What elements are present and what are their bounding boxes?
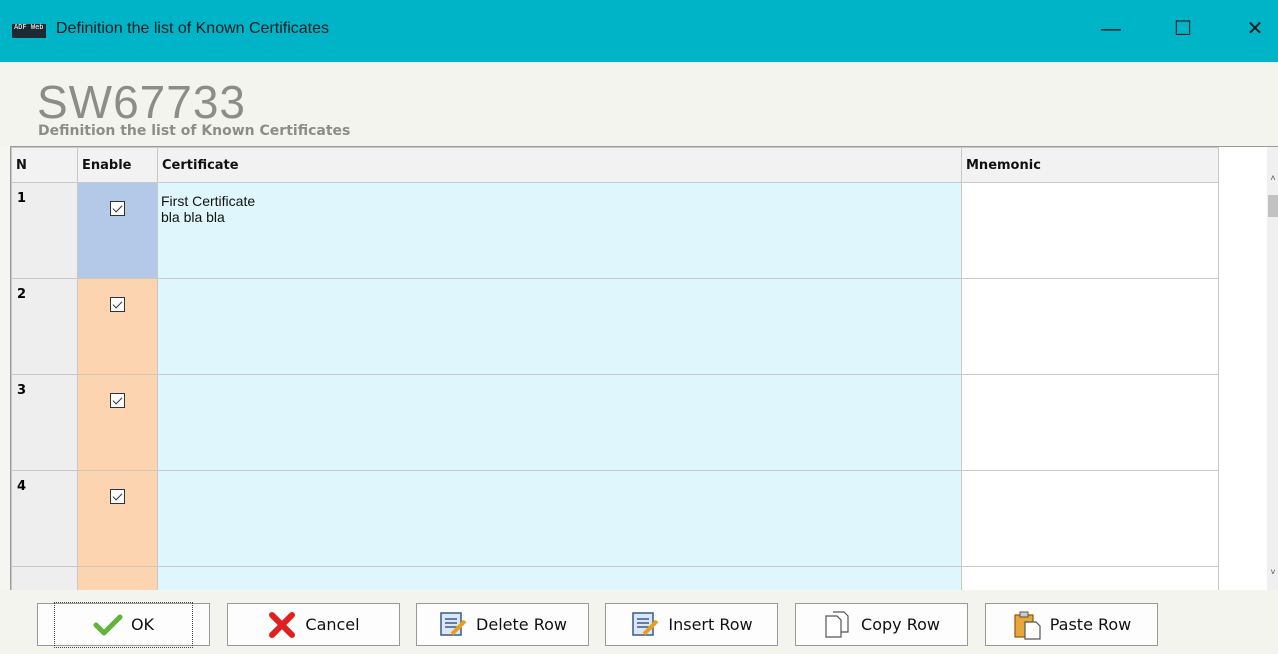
enable-cell[interactable] [77, 374, 158, 471]
scroll-down-icon[interactable]: ˅ [1267, 567, 1278, 577]
row-number[interactable]: 4 [11, 470, 78, 567]
enable-cell[interactable] [77, 470, 158, 567]
column-header-enable[interactable]: Enable [77, 147, 158, 183]
row-number[interactable]: 3 [11, 374, 78, 471]
mnemonic-cell[interactable] [961, 374, 1219, 471]
certificate-cell[interactable] [157, 470, 962, 567]
red-x-icon [269, 611, 296, 638]
certificate-cell[interactable]: First Certificate bla bla bla [157, 182, 962, 279]
maximize-button[interactable]: ☐ [1160, 10, 1206, 48]
column-header-mnemonic[interactable]: Mnemonic [961, 147, 1219, 183]
column-header-certificate[interactable]: Certificate [157, 147, 962, 183]
paste-row-label: Paste Row [1049, 615, 1132, 634]
copy-icon [825, 610, 849, 638]
paste-row-button[interactable]: Paste Row [985, 603, 1158, 646]
delete-row-label: Delete Row [476, 615, 567, 634]
row-number[interactable]: 2 [11, 278, 78, 375]
enable-checkbox[interactable] [110, 489, 125, 504]
certificate-line-1: First Certificate [161, 193, 256, 209]
page-header: SW67733 Definition the list of Known Cer… [0, 62, 1278, 146]
paste-icon [1014, 611, 1041, 640]
app-icon: ADF Web [12, 24, 46, 38]
window-title: Definition the list of Known Certificate… [56, 20, 330, 37]
ok-button[interactable]: OK [37, 601, 210, 648]
row-number[interactable] [11, 566, 78, 590]
table-row [11, 566, 1219, 590]
certificates-table: N Enable Certificate Mnemonic 1 First Ce… [11, 147, 1219, 590]
button-bar: OK Cancel Delete Row Insert Row Copy Row… [0, 590, 1278, 654]
copy-row-button[interactable]: Copy Row [795, 603, 968, 646]
mnemonic-cell[interactable] [961, 182, 1219, 279]
insert-row-button[interactable]: Insert Row [605, 603, 778, 646]
window-titlebar: ADF Web Definition the list of Known Cer… [0, 0, 1278, 62]
certificate-cell[interactable] [157, 566, 962, 590]
mnemonic-cell[interactable] [961, 470, 1219, 567]
header-row: N Enable Certificate Mnemonic [11, 147, 1219, 183]
delete-row-button[interactable]: Delete Row [416, 603, 589, 646]
checkmark-icon [93, 614, 123, 635]
page-title: SW67733 [37, 76, 247, 128]
certificates-grid: N Enable Certificate Mnemonic 1 First Ce… [10, 146, 1278, 590]
mnemonic-cell[interactable] [961, 566, 1219, 590]
certificate-cell[interactable] [157, 374, 962, 471]
table-row: 1 First Certificate bla bla bla [11, 182, 1219, 279]
scroll-up-icon[interactable]: ˄ [1267, 173, 1278, 183]
delete-row-icon [440, 611, 467, 636]
certificate-cell[interactable] [157, 278, 962, 375]
table-row: 4 [11, 470, 1219, 567]
minimize-button[interactable]: — [1088, 10, 1134, 48]
table-row: 2 [11, 278, 1219, 375]
enable-checkbox[interactable] [110, 297, 125, 312]
column-header-n[interactable]: N [11, 147, 78, 183]
certificate-line-2: bla bla bla [161, 209, 225, 225]
enable-cell[interactable] [77, 182, 158, 279]
row-number[interactable]: 1 [11, 182, 78, 279]
copy-row-label: Copy Row [861, 615, 940, 634]
mnemonic-cell[interactable] [961, 278, 1219, 375]
enable-cell[interactable] [77, 278, 158, 375]
enable-cell[interactable] [77, 566, 158, 590]
enable-checkbox[interactable] [110, 201, 125, 216]
enable-checkbox[interactable] [110, 393, 125, 408]
scrollbar-thumb[interactable] [1268, 195, 1278, 217]
insert-row-icon [632, 611, 659, 636]
table-row: 3 [11, 374, 1219, 471]
cancel-button[interactable]: Cancel [227, 603, 400, 646]
cancel-label: Cancel [305, 615, 360, 634]
close-button[interactable]: ✕ [1232, 10, 1278, 48]
vertical-scrollbar[interactable]: ˄ ˅ [1267, 147, 1278, 590]
ok-label: OK [130, 615, 155, 634]
insert-row-label: Insert Row [668, 615, 753, 634]
page-subtitle: Definition the list of Known Certificate… [38, 123, 351, 139]
